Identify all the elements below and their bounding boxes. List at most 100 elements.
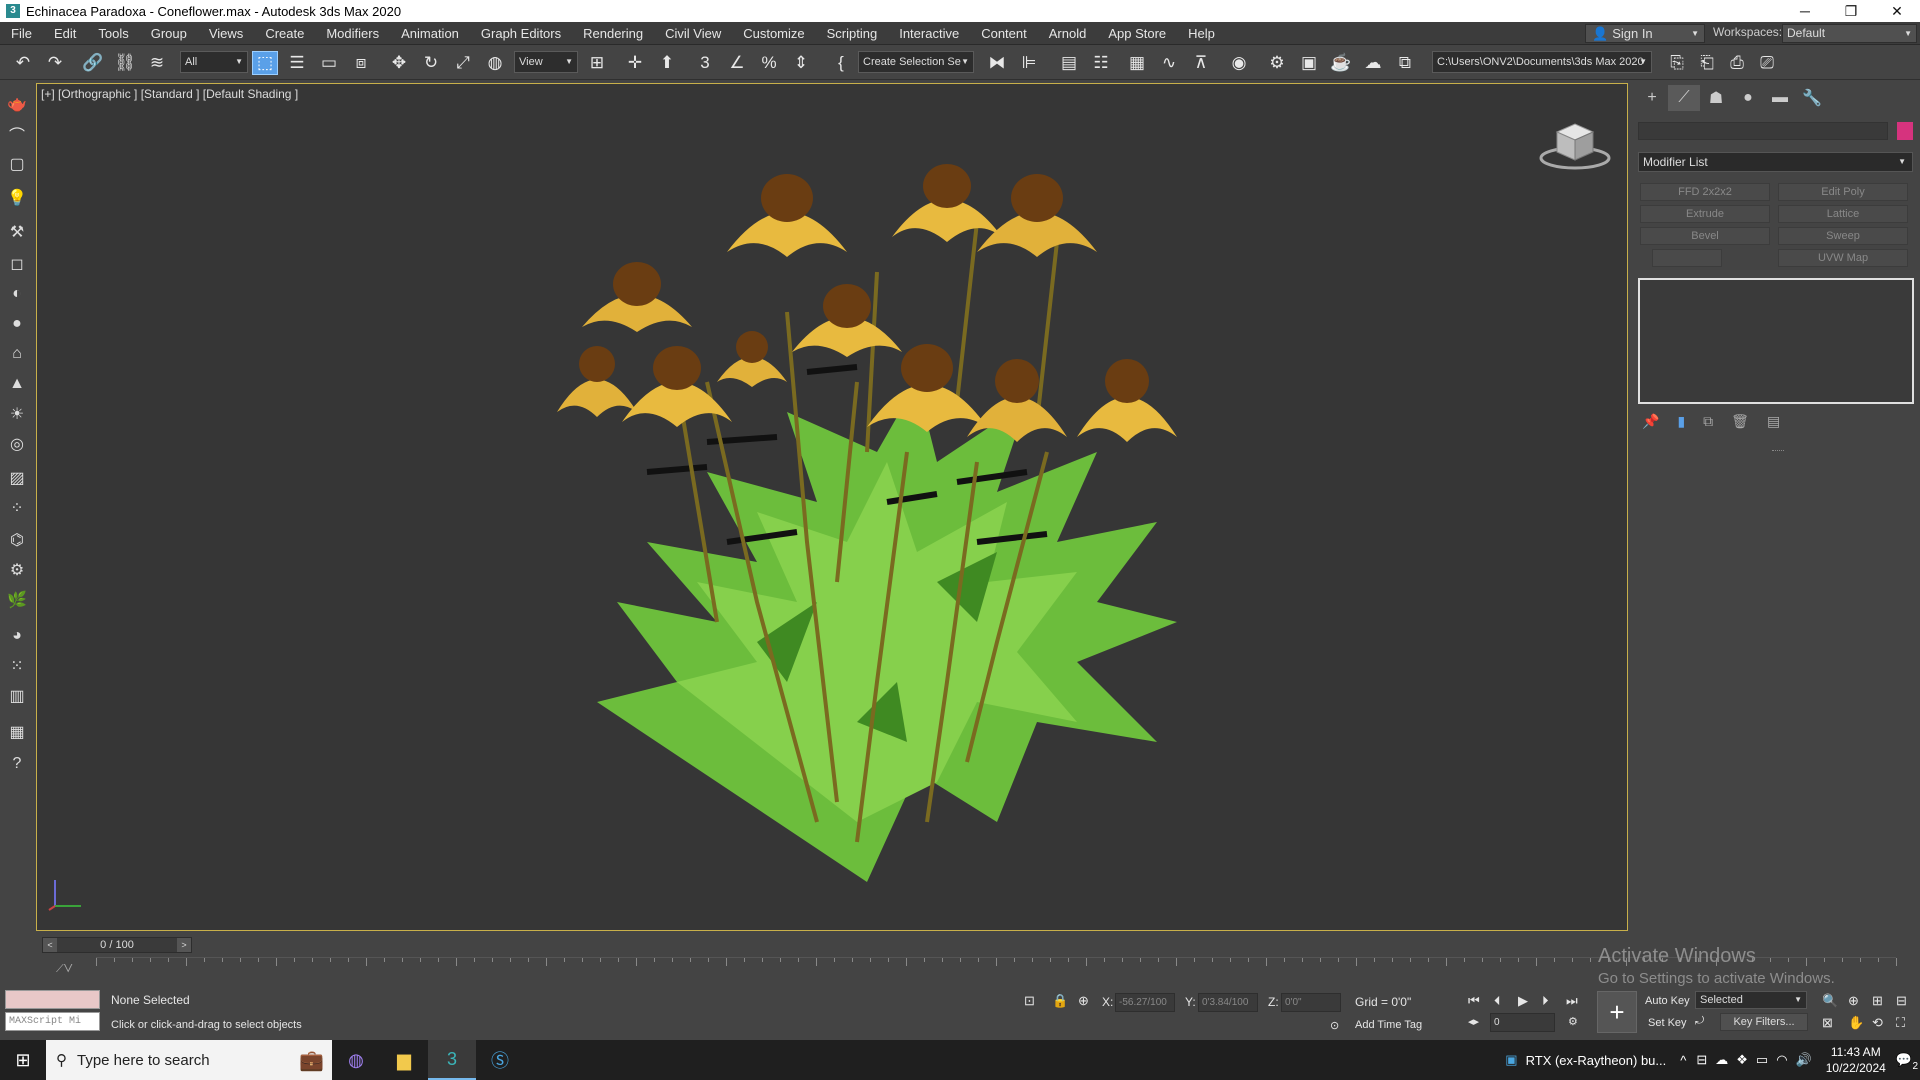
light-icon[interactable]: 💡: [5, 186, 29, 210]
render-cloud-icon[interactable]: ☁: [1360, 51, 1386, 75]
auto-key-button[interactable]: Auto Key: [1645, 995, 1690, 1007]
remove-modifier-icon[interactable]: 🗑: [1731, 413, 1749, 430]
rotate-icon[interactable]: ↻: [418, 51, 444, 75]
zoom-all-icon[interactable]: ⊕: [1848, 993, 1859, 1009]
shapes-icon[interactable]: ⌒: [5, 122, 29, 146]
wifi-icon[interactable]: ◠: [1776, 1052, 1787, 1068]
menu-content[interactable]: Content: [970, 22, 1038, 45]
file-explorer-icon[interactable]: ▆: [380, 1040, 428, 1080]
edit-named-selection-icon[interactable]: {: [828, 51, 854, 75]
tray-icon[interactable]: ⊟: [1696, 1052, 1707, 1068]
taskbar-search[interactable]: ⚲ Type here to search 💼: [46, 1040, 332, 1080]
menu-customize[interactable]: Customize: [732, 22, 815, 45]
track-bar-icon[interactable]: ⟋⋁: [56, 963, 73, 976]
y-coord-field[interactable]: 0'3.84/100: [1198, 993, 1258, 1012]
teapot-icon[interactable]: 🫖: [5, 92, 29, 116]
keyboard-shortcut-icon[interactable]: ⬆: [654, 51, 680, 75]
link-icon[interactable]: 🔗: [80, 51, 106, 75]
show-end-result-icon[interactable]: ▮: [1677, 413, 1685, 430]
next-frame-button-icon[interactable]: ⏵: [1542, 993, 1549, 1009]
empty-modifier-button[interactable]: [1652, 249, 1722, 267]
menu-edit[interactable]: Edit: [43, 22, 87, 45]
uvw-map-button[interactable]: UVW Map: [1778, 249, 1908, 267]
app-s-icon[interactable]: Ⓢ: [476, 1040, 524, 1080]
scene-explorer-icon[interactable]: ▤: [1056, 51, 1082, 75]
material-sphere-icon[interactable]: ◕: [5, 624, 29, 648]
container-icon[interactable]: ▦: [5, 720, 29, 744]
close-button[interactable]: ✕: [1874, 3, 1920, 20]
display-tab-icon[interactable]: ▬: [1764, 85, 1796, 111]
maximize-viewport-icon[interactable]: ⛶: [1896, 1015, 1905, 1031]
bevel-button[interactable]: Bevel: [1640, 227, 1770, 245]
taskbar-clock[interactable]: 11:43 AM 10/22/2024: [1826, 1044, 1886, 1076]
percent-snap-icon[interactable]: %: [756, 51, 782, 75]
lock-icon[interactable]: 🔒: [1052, 993, 1068, 1009]
move-icon[interactable]: ✥: [386, 51, 412, 75]
set-keys-icon[interactable]: +: [1597, 991, 1637, 1033]
coneflower-model[interactable]: [557, 122, 1177, 912]
ribbon-toggle-icon[interactable]: ▦: [1124, 51, 1150, 75]
select-manipulate-icon[interactable]: ✛: [622, 51, 648, 75]
battery-icon[interactable]: ▭: [1756, 1052, 1768, 1068]
modify-tab-icon[interactable]: ⟋: [1668, 85, 1700, 111]
restore-button[interactable]: ❐: [1828, 3, 1874, 20]
notification-center-icon[interactable]: 💬 2: [1896, 1052, 1918, 1072]
panel-divider[interactable]: [1772, 450, 1784, 452]
object-color-swatch[interactable]: [1897, 122, 1913, 140]
menu-group[interactable]: Group: [140, 22, 198, 45]
rendered-frame-icon[interactable]: ▣: [1296, 51, 1322, 75]
geosphere-icon[interactable]: ●: [5, 312, 29, 336]
3dsmax-taskbar-icon[interactable]: 3: [428, 1040, 476, 1080]
modifier-stack[interactable]: [1638, 278, 1914, 404]
particle-icon[interactable]: ⁘: [5, 496, 29, 520]
select-object-icon[interactable]: ⬚: [252, 51, 278, 75]
isolate-icon[interactable]: ⊡: [1024, 993, 1035, 1009]
project-open-icon[interactable]: ⎚: [1754, 51, 1780, 75]
camera-icon[interactable]: ▢: [5, 152, 29, 176]
pin-stack-icon[interactable]: 📌: [1642, 413, 1659, 430]
rect-selection-icon[interactable]: ▭: [316, 51, 342, 75]
notification-text[interactable]: RTX (ex-Raytheon) bu...: [1526, 1053, 1667, 1068]
maxscript-input[interactable]: MAXScript Mi: [5, 1012, 100, 1031]
project-save-icon[interactable]: ⎙: [1724, 51, 1750, 75]
minimize-button[interactable]: ─: [1782, 3, 1828, 20]
prev-frame-icon[interactable]: <: [43, 938, 57, 952]
workspace-select[interactable]: Default ▼: [1782, 24, 1917, 43]
add-time-tag[interactable]: Add Time Tag: [1355, 1019, 1422, 1031]
named-selection-dropdown[interactable]: Create Selection Se ▼: [858, 51, 974, 73]
placement-icon[interactable]: ◍: [482, 51, 508, 75]
material-editor-icon[interactable]: ◉: [1226, 51, 1252, 75]
field-of-view-icon[interactable]: ⊠: [1822, 1015, 1833, 1031]
sweep-button[interactable]: Sweep: [1778, 227, 1908, 245]
menu-create[interactable]: Create: [254, 22, 315, 45]
material-slots-icon[interactable]: ⁙: [5, 654, 29, 678]
menu-modifiers[interactable]: Modifiers: [315, 22, 390, 45]
edit-poly-button[interactable]: Edit Poly: [1778, 183, 1908, 201]
schematic-view-icon[interactable]: ⊼: [1188, 51, 1214, 75]
render-icon[interactable]: ▥: [5, 684, 29, 708]
scale-icon[interactable]: ⤢: [450, 51, 476, 75]
orbit-icon[interactable]: ⟲: [1872, 1015, 1883, 1031]
unlink-icon[interactable]: ⛓: [112, 51, 138, 75]
redo-icon[interactable]: ↷: [42, 51, 68, 75]
maxscript-mini-listener[interactable]: [5, 990, 100, 1009]
menu-arnold[interactable]: Arnold: [1038, 22, 1098, 45]
align-icon[interactable]: ⊫: [1016, 51, 1042, 75]
help-icon[interactable]: ?: [5, 752, 29, 776]
motion-tab-icon[interactable]: ●: [1732, 85, 1764, 111]
browser-app-icon[interactable]: ◍: [332, 1040, 380, 1080]
go-to-start-icon[interactable]: ⏮: [1468, 993, 1480, 1009]
time-config-icon[interactable]: ⚙: [1568, 1015, 1578, 1028]
torus-icon[interactable]: ◎: [5, 432, 29, 456]
windows-start-icon[interactable]: ⊞: [0, 1040, 46, 1080]
utilities-tab-icon[interactable]: 🔧: [1796, 85, 1828, 111]
render-setup-icon[interactable]: ⚙: [1264, 51, 1290, 75]
volume-icon[interactable]: 🔊: [1796, 1052, 1812, 1068]
menu-tools[interactable]: Tools: [87, 22, 139, 45]
box-icon[interactable]: ◻: [5, 252, 29, 276]
render-shortcuts-icon[interactable]: ⧉: [1392, 51, 1418, 75]
menu-views[interactable]: Views: [198, 22, 254, 45]
angle-snap-icon[interactable]: ∠: [724, 51, 750, 75]
dropbox-icon[interactable]: ❖: [1736, 1052, 1748, 1068]
key-mode-icon[interactable]: ◂▸: [1468, 1015, 1479, 1028]
